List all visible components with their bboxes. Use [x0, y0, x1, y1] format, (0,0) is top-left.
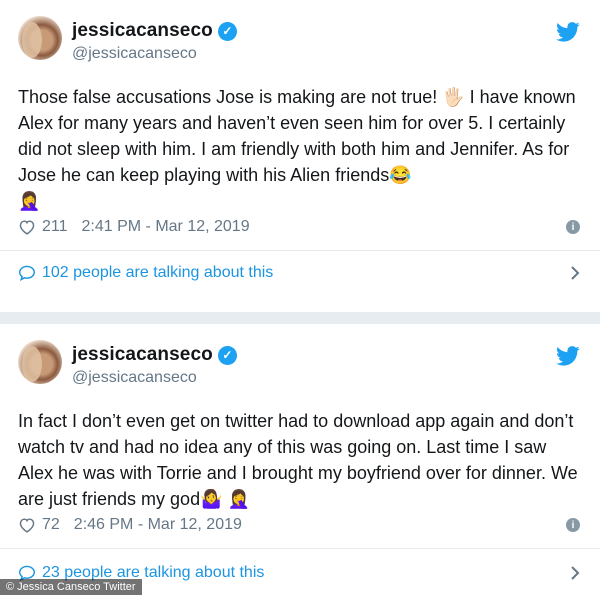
author-handle[interactable]: @jessicacanseco — [72, 45, 197, 63]
info-icon[interactable]: i — [566, 518, 580, 532]
author-row: jessicacanseco ✓ — [72, 344, 237, 366]
talking-text: 102 people are talking about this — [42, 264, 274, 281]
heart-icon[interactable] — [18, 517, 36, 533]
divider — [0, 548, 600, 549]
tweet-meta: 72 2:46 PM - Mar 12, 2019 i — [18, 516, 580, 534]
twitter-bird-icon[interactable] — [556, 22, 580, 42]
chevron-right-icon[interactable] — [570, 565, 580, 581]
like-count[interactable]: 211 — [42, 218, 68, 236]
divider — [0, 250, 600, 251]
timestamp[interactable]: 2:41 PM - Mar 12, 2019 — [82, 218, 250, 236]
info-icon[interactable]: i — [566, 220, 580, 234]
author-handle[interactable]: @jessicacanseco — [72, 369, 197, 387]
avatar[interactable] — [18, 340, 62, 384]
verified-badge-icon: ✓ — [217, 345, 237, 365]
avatar[interactable] — [18, 16, 62, 60]
tweet-card: jessicacanseco ✓ @jessicacanseco In fact… — [0, 324, 600, 595]
tweet-text: In fact I don’t even get on twitter had … — [18, 411, 578, 509]
tweet-text: Those false accusations Jose is making a… — [18, 87, 576, 211]
like-count[interactable]: 72 — [42, 516, 60, 534]
talking-link[interactable]: 102 people are talking about this — [18, 264, 580, 282]
tweet-meta: 211 2:41 PM - Mar 12, 2019 i — [18, 218, 580, 236]
author-row: jessicacanseco ✓ — [72, 20, 237, 42]
twitter-bird-icon[interactable] — [556, 346, 580, 366]
author-name[interactable]: jessicacanseco — [72, 20, 213, 42]
speech-bubble-icon — [18, 265, 36, 281]
author-name[interactable]: jessicacanseco — [72, 344, 213, 366]
photo-credit: © Jessica Canseco Twitter — [0, 579, 142, 595]
tweet-card: jessicacanseco ✓ @jessicacanseco Those f… — [0, 0, 600, 312]
chevron-right-icon[interactable] — [570, 265, 580, 281]
timestamp[interactable]: 2:46 PM - Mar 12, 2019 — [74, 516, 242, 534]
heart-icon[interactable] — [18, 219, 36, 235]
verified-badge-icon: ✓ — [217, 21, 237, 41]
